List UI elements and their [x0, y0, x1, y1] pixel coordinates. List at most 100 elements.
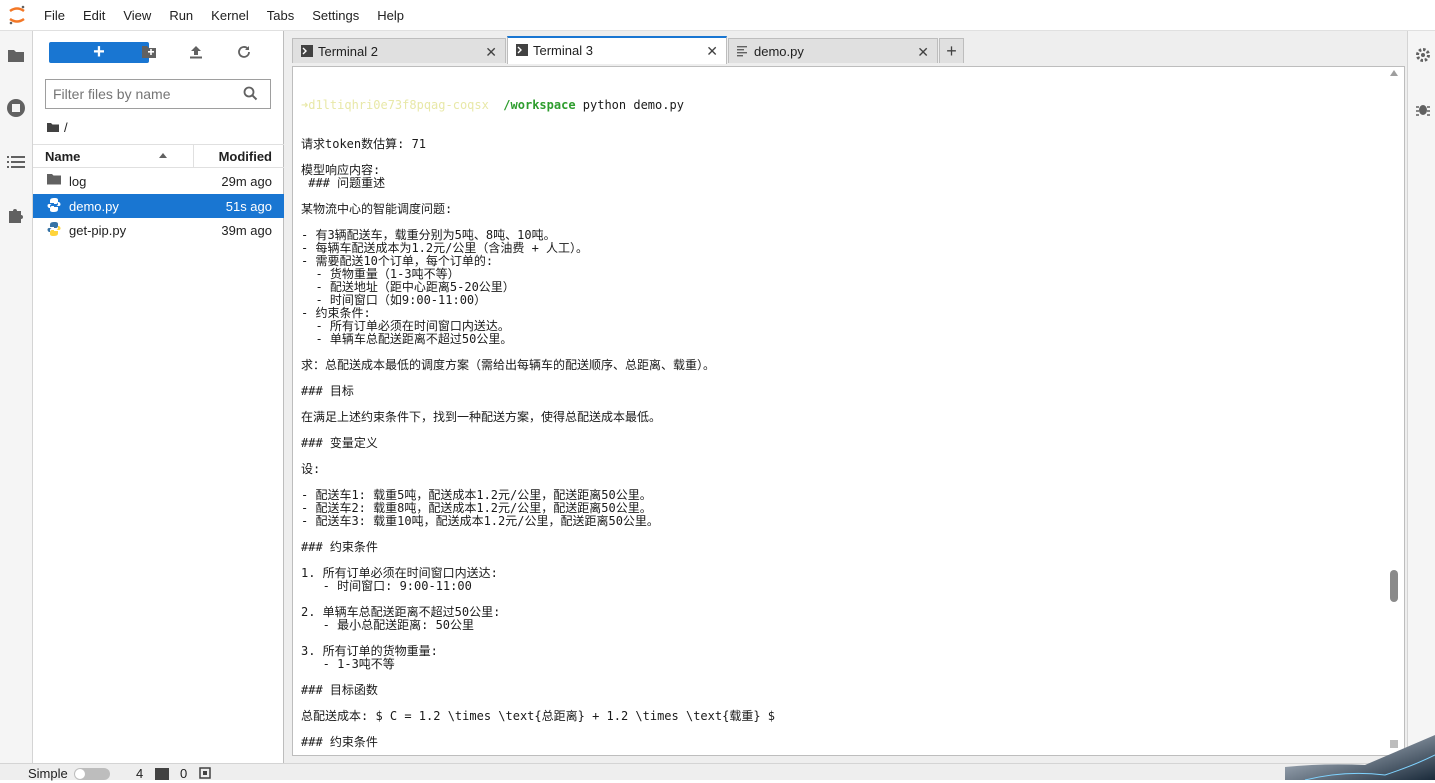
menu-run[interactable]: Run [160, 0, 202, 31]
menu-kernel[interactable]: Kernel [202, 0, 258, 31]
python-file-icon [47, 222, 63, 238]
main-dock-area: Terminal 2 ✕ Terminal 3 ✕ demo.py ✕ + ➜d1ltiqh… [284, 31, 1407, 763]
folder-icon[interactable] [6, 45, 26, 65]
filter-files-input-wrapper [45, 79, 271, 109]
menu-view[interactable]: View [114, 0, 160, 31]
tab-bar: Terminal 2 ✕ Terminal 3 ✕ demo.py ✕ + [292, 36, 964, 64]
refresh-icon[interactable] [237, 45, 253, 61]
file-name: log [69, 174, 87, 189]
close-icon[interactable]: ✕ [706, 43, 718, 60]
list-icon[interactable] [6, 152, 26, 172]
jupyter-logo-icon[interactable] [0, 0, 33, 31]
terminals-count[interactable]: 4 [136, 766, 143, 781]
column-divider[interactable] [193, 145, 194, 167]
status-bar: Simple 4 0 [0, 763, 1435, 781]
debugger-bug-icon[interactable] [1415, 101, 1431, 120]
terminal-line: 在满足上述约束条件下，找到一种配送方案，使得总配送成本最低。 [301, 410, 662, 424]
settings-gear-icon[interactable] [1415, 47, 1431, 66]
desktop-wallpaper-corner [1285, 735, 1435, 781]
scrollbar-thumb[interactable] [1390, 570, 1398, 602]
terminal-line: ### 问题重述 [301, 176, 386, 190]
terminal-line: - 1-3吨不等 [301, 657, 395, 671]
prompt-dir: /workspace [503, 98, 576, 112]
menu-bar: File Edit View Run Kernel Tabs Settings Help [0, 0, 1435, 31]
file-row-log[interactable]: log 29m ago [33, 169, 284, 193]
close-icon[interactable]: ✕ [917, 44, 929, 61]
breadcrumb-root[interactable]: / [64, 120, 68, 135]
terminal-line: 某物流中心的智能调度问题: [301, 202, 453, 216]
terminal-icon [301, 45, 313, 60]
puzzle-icon[interactable] [6, 205, 26, 225]
terminal-line: 总配送成本: $ C = 1.2 \times \text{总距离} + 1.2… [301, 709, 776, 723]
terminal-line: - 配送车3: 载重10吨，配送成本1.2元/公里，配送距离50公里。 [301, 514, 659, 528]
terminal-line: ### 目标函数 [301, 683, 378, 697]
tab-label: Terminal 2 [318, 44, 378, 59]
file-browser-panel: + / Name Modified log 29m ago demo.py 51s a… [33, 31, 284, 763]
terminal-line: - 单辆车总配送距离不超过50公里。 [301, 332, 513, 346]
scroll-up-arrow-icon[interactable] [1390, 70, 1398, 76]
sort-ascending-icon [159, 153, 167, 158]
simple-mode-label: Simple [28, 766, 68, 781]
text-file-icon [737, 45, 747, 60]
home-folder-icon[interactable] [47, 120, 59, 135]
terminal-line: ### 约束条件 [301, 735, 378, 749]
new-folder-icon[interactable] [141, 45, 157, 61]
menu-tabs[interactable]: Tabs [258, 0, 303, 31]
terminal-line: - 最小总配送距离: 50公里 [301, 618, 475, 632]
menu-edit[interactable]: Edit [74, 0, 114, 31]
right-activity-bar [1407, 31, 1435, 763]
terminal-prompt-line: ➜d1ltiqhri0e73f8pqag-coqsx /workspace py… [301, 99, 775, 112]
terminal-panel[interactable]: ➜d1ltiqhri0e73f8pqag-coqsx /workspace py… [292, 66, 1405, 756]
file-list-header: Name Modified [33, 144, 284, 168]
terminal-scrollbar[interactable] [1390, 70, 1400, 752]
terminal-output: ➜d1ltiqhri0e73f8pqag-coqsx /workspace py… [301, 73, 776, 755]
menu-help[interactable]: Help [368, 0, 413, 31]
tab-terminal-2[interactable]: Terminal 2 ✕ [292, 38, 506, 63]
terminal-line: - 时间窗口（如9:00-11:00） [301, 293, 487, 307]
upload-icon[interactable] [189, 45, 205, 61]
tab-demo-py[interactable]: demo.py ✕ [728, 38, 938, 63]
terminal-line: 设: [301, 462, 321, 476]
prompt-host: ➜d1ltiqhri0e73f8pqag-coqsx [301, 98, 489, 112]
terminal-line: - 时间窗口: 9:00-11:00 [301, 579, 472, 593]
terminal-icon [516, 44, 528, 59]
terminal-line: ### 约束条件 [301, 540, 378, 554]
close-icon[interactable]: ✕ [485, 44, 497, 61]
prompt-command: python demo.py [582, 98, 684, 112]
search-icon[interactable] [243, 86, 258, 104]
file-row-get-pip-py[interactable]: get-pip.py 39m ago [33, 218, 284, 242]
kernels-count[interactable]: 0 [180, 766, 187, 781]
stop-circle-icon[interactable] [6, 98, 26, 118]
filter-files-input[interactable] [46, 80, 236, 108]
add-tab-button[interactable]: + [939, 38, 964, 63]
tab-terminal-3[interactable]: Terminal 3 ✕ [507, 36, 727, 64]
file-modified: 39m ago [221, 223, 272, 238]
python-file-icon [47, 197, 63, 214]
file-modified: 29m ago [221, 174, 272, 189]
terminal-line: ### 目标 [301, 384, 354, 398]
file-name: get-pip.py [69, 223, 127, 238]
terminal-line: 求：总配送成本最低的调度方案（需给出每辆车的配送顺序、总距离、载重）。 [301, 358, 716, 372]
menu-settings[interactable]: Settings [303, 0, 368, 31]
file-row-demo-py[interactable]: demo.py 51s ago [33, 193, 284, 218]
simple-mode-toggle[interactable] [74, 768, 110, 780]
breadcrumb: / [47, 119, 68, 135]
terminal-line: ### 变量定义 [301, 436, 378, 450]
folder-icon [47, 173, 63, 189]
left-activity-bar [0, 31, 33, 763]
tab-label: Terminal 3 [533, 43, 593, 58]
new-launcher-button[interactable]: + [49, 42, 149, 63]
toggle-knob [75, 769, 85, 779]
file-browser-toolbar: + [33, 31, 284, 75]
file-name: demo.py [69, 198, 119, 214]
menu-file[interactable]: File [35, 0, 74, 31]
file-modified: 51s ago [225, 198, 272, 214]
tab-label: demo.py [754, 44, 804, 59]
column-modified-header[interactable]: Modified [219, 149, 272, 164]
terminal-line: 请求token数估算: 71 [301, 137, 427, 151]
column-name-header[interactable]: Name [45, 149, 80, 164]
terminal-status-icon[interactable] [155, 768, 169, 780]
